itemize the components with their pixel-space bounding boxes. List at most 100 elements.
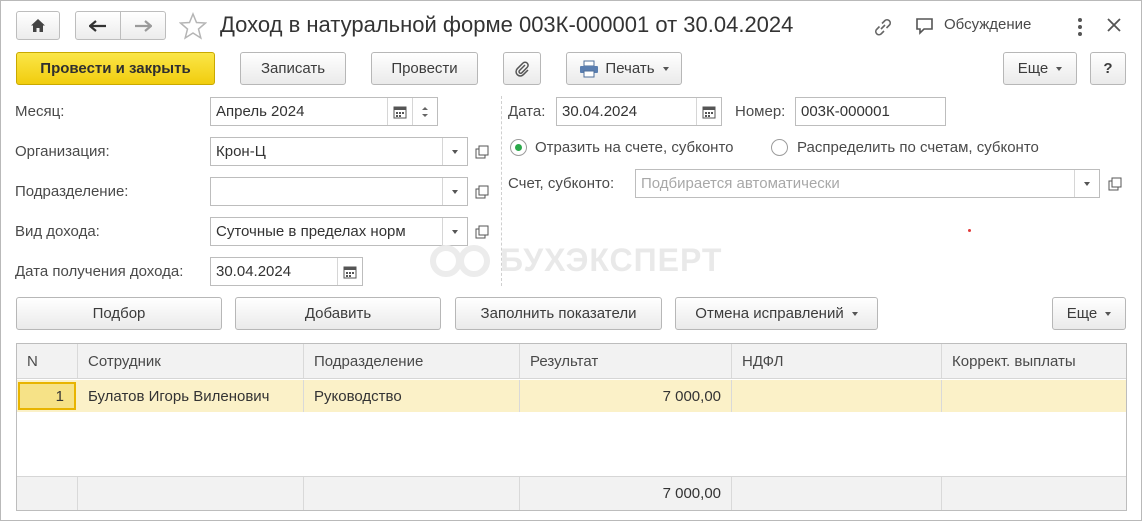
row-ndfl[interactable] <box>732 380 942 412</box>
row-employee[interactable]: Булатов Игорь Виленович <box>78 380 304 412</box>
month-value: Апрель 2024 <box>216 103 305 120</box>
column-header-employee[interactable]: Сотрудник <box>78 344 304 378</box>
open-form-icon <box>475 225 488 238</box>
post-and-close-button[interactable]: Провести и закрыть <box>16 52 215 85</box>
calendar-button[interactable] <box>696 98 721 125</box>
discussion-button[interactable] <box>914 15 936 37</box>
row-department[interactable]: Руководство <box>304 380 520 412</box>
fill-indicators-button[interactable]: Заполнить показатели <box>455 297 662 330</box>
home-button[interactable] <box>16 11 60 40</box>
chevron-down-icon <box>1056 66 1063 71</box>
footer-ndfl <box>732 477 942 510</box>
row-number[interactable]: 1 <box>18 382 76 410</box>
favorite-star-button[interactable] <box>178 12 208 40</box>
column-header-result[interactable]: Результат <box>520 344 732 378</box>
chat-icon <box>916 18 933 35</box>
footer-employee <box>78 477 304 510</box>
star-icon <box>178 12 208 40</box>
help-button[interactable]: ? <box>1090 52 1126 85</box>
account-label: Счет, субконто: <box>508 175 615 192</box>
dot-icon <box>1078 25 1082 29</box>
department-field[interactable] <box>210 177 468 206</box>
attach-button[interactable] <box>503 52 541 85</box>
open-form-icon <box>1108 177 1121 190</box>
column-header-n[interactable]: N <box>17 344 78 378</box>
table-footer: 7 000,00 <box>17 476 1126 510</box>
calendar-icon <box>393 106 407 118</box>
month-field[interactable]: Апрель 2024 <box>210 97 438 126</box>
table-row[interactable]: 1 Булатов Игорь Виленович Руководство 7 … <box>17 380 1126 412</box>
row-correction[interactable] <box>942 380 1126 412</box>
close-icon <box>1107 18 1121 32</box>
table-more-button[interactable]: Еще <box>1052 297 1126 330</box>
radio-reflect-on-account[interactable] <box>510 139 527 156</box>
dot-icon <box>1078 18 1082 22</box>
month-spinner[interactable] <box>412 98 437 125</box>
arrow-left-icon <box>89 19 106 32</box>
column-header-department[interactable]: Подразделение <box>304 344 520 378</box>
add-button[interactable]: Добавить <box>235 297 441 330</box>
account-field[interactable]: Подбирается автоматически <box>635 169 1100 198</box>
row-result[interactable]: 7 000,00 <box>520 380 732 412</box>
calendar-button[interactable] <box>387 98 412 125</box>
column-header-ndfl[interactable]: НДФЛ <box>732 344 942 378</box>
spin-up-icon <box>422 106 428 110</box>
table-more-label: Еще <box>1066 305 1098 322</box>
month-label: Месяц: <box>15 103 65 120</box>
footer-n <box>17 477 78 510</box>
department-label: Подразделение: <box>15 183 129 200</box>
calendar-icon <box>702 106 716 118</box>
cancel-corrections-label: Отмена исправлений <box>695 305 844 322</box>
income-type-value: Суточные в пределах норм <box>216 223 406 240</box>
red-dot-marker <box>968 229 971 232</box>
link-icon <box>875 19 891 36</box>
table-header: N Сотрудник Подразделение Результат НДФЛ… <box>17 344 1126 379</box>
radio-distribute-accounts[interactable] <box>771 139 788 156</box>
calendar-button[interactable] <box>337 258 362 285</box>
account-placeholder: Подбирается автоматически <box>641 175 840 192</box>
close-button[interactable] <box>1102 13 1126 37</box>
organization-field[interactable]: Крон-Ц <box>210 137 468 166</box>
number-field[interactable]: 003К-000001 <box>795 97 946 126</box>
pick-button[interactable]: Подбор <box>16 297 222 330</box>
income-type-dropdown[interactable] <box>442 218 467 245</box>
link-button[interactable] <box>872 16 894 38</box>
column-header-correction[interactable]: Коррект. выплаты <box>942 344 1126 378</box>
watermark-logo-icon <box>430 244 490 277</box>
account-open-button[interactable] <box>1103 172 1126 195</box>
page-title: Доход в натуральной форме 003К-000001 от… <box>220 12 794 37</box>
income-type-label: Вид дохода: <box>15 223 100 240</box>
spin-down-icon <box>422 113 428 117</box>
department-open-button[interactable] <box>470 180 493 203</box>
date-label: Дата: <box>508 103 546 120</box>
print-button[interactable]: Печать <box>566 52 682 85</box>
date-field[interactable]: 30.04.2024 <box>556 97 722 126</box>
back-button[interactable] <box>75 11 121 40</box>
post-button[interactable]: Провести <box>371 52 478 85</box>
save-button[interactable]: Записать <box>240 52 346 85</box>
discussion-label[interactable]: Обсуждение <box>944 16 1031 33</box>
dot-icon <box>1078 32 1082 36</box>
cancel-corrections-button[interactable]: Отмена исправлений <box>675 297 878 330</box>
open-form-icon <box>475 185 488 198</box>
paperclip-icon <box>515 60 529 77</box>
footer-correction <box>942 477 1126 510</box>
home-icon <box>31 19 45 32</box>
more-button[interactable]: Еще <box>1003 52 1077 85</box>
chevron-down-icon <box>851 311 858 316</box>
organization-dropdown[interactable] <box>442 138 467 165</box>
watermark: БУХЭКСПЕРТ <box>428 242 722 279</box>
chevron-down-icon <box>452 149 458 154</box>
forward-button[interactable] <box>120 11 166 40</box>
income-date-field[interactable]: 30.04.2024 <box>210 257 363 286</box>
organization-value: Крон-Ц <box>216 143 266 160</box>
organization-open-button[interactable] <box>470 140 493 163</box>
income-date-label: Дата получения дохода: <box>15 263 184 280</box>
open-form-icon <box>475 145 488 158</box>
radio-distribute-label: Распределить по счетам, субконто <box>797 139 1039 156</box>
department-dropdown[interactable] <box>442 178 467 205</box>
account-dropdown[interactable] <box>1074 170 1099 197</box>
income-type-open-button[interactable] <box>470 220 493 243</box>
more-actions-button[interactable] <box>1070 14 1090 40</box>
print-label: Печать <box>605 60 655 77</box>
